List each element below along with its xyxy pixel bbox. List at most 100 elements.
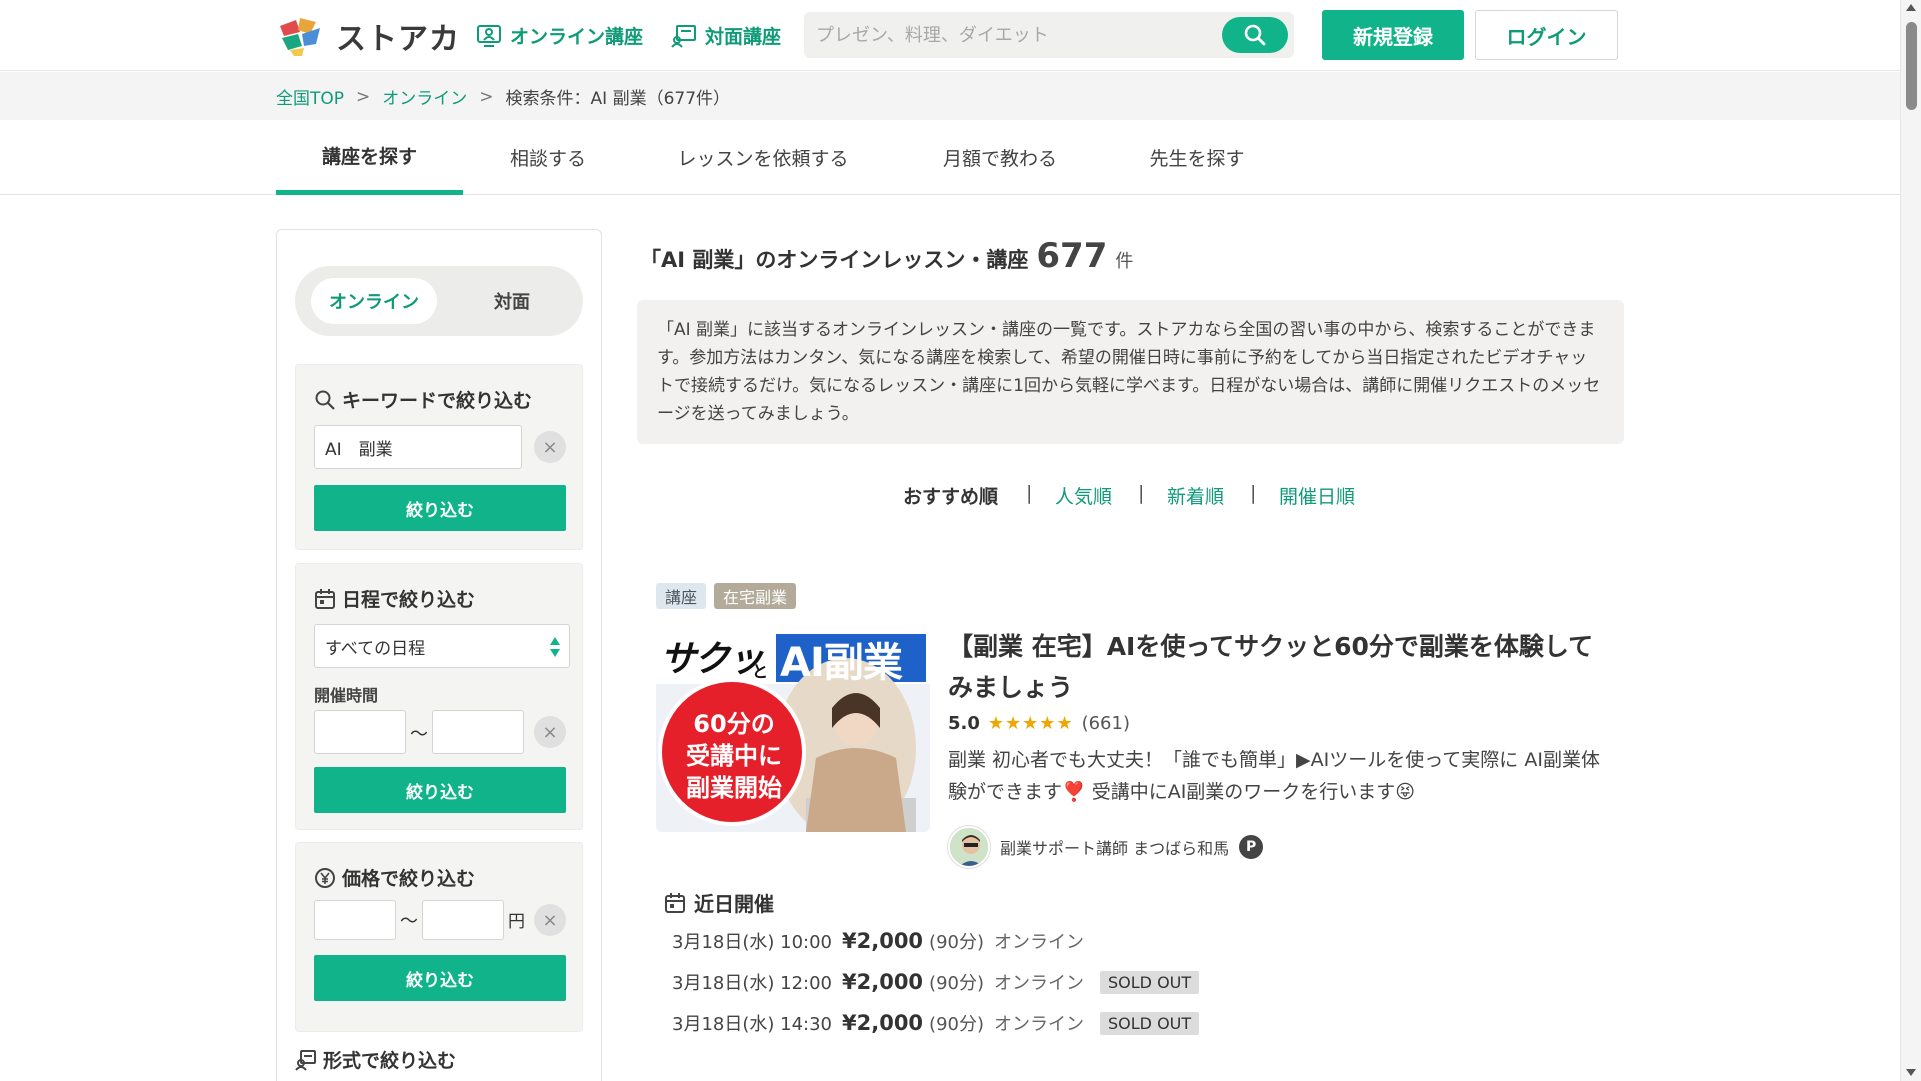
keyword-filter: キーワードで絞り込む AI 副業 × 絞り込む — [295, 364, 583, 550]
course-title[interactable]: 【副業 在宅】AIを使ってサクッと60分で副業を体験してみましょう — [948, 626, 1608, 708]
breadcrumb-current: 検索条件：AI 副業（677件） — [505, 89, 731, 109]
results-unit: 件 — [1115, 251, 1134, 272]
tab-request-lesson[interactable]: レッスンを依頼する — [660, 120, 866, 195]
sort-popular[interactable]: 人気順 — [1055, 482, 1112, 509]
sort-divider: | — [1026, 482, 1033, 504]
price-tilde: 〜 — [400, 911, 418, 932]
sort-by-date[interactable]: 開催日順 — [1279, 482, 1355, 509]
breadcrumb-separator: > — [479, 86, 494, 107]
time-start-input[interactable] — [314, 710, 406, 754]
date-select[interactable]: すべての日程 — [314, 624, 570, 668]
session-row[interactable]: 3月18日(水) 14:30 ¥2,000 (90分) オンライン SOLD O… — [672, 1010, 1200, 1036]
price-clear-button[interactable]: × — [534, 904, 566, 936]
breadcrumb-online[interactable]: オンライン — [382, 84, 467, 109]
scrollbar-thumb[interactable] — [1906, 22, 1917, 110]
sold-out-badge: SOLD OUT — [1100, 1011, 1200, 1035]
sort-divider: | — [1250, 482, 1257, 504]
time-end-input[interactable] — [432, 710, 524, 754]
select-arrows-icon — [550, 637, 560, 657]
scroll-up-arrow-icon[interactable] — [1906, 4, 1916, 11]
sort-newest[interactable]: 新着順 — [1167, 482, 1224, 509]
price-filter: 価格で絞り込む 〜 円 × 絞り込む — [295, 842, 583, 1032]
tab-find-courses[interactable]: 講座を探す — [276, 120, 463, 195]
time-label: 開催時間 — [314, 686, 379, 705]
date-filter-title: 日程で絞り込む — [314, 585, 475, 612]
session-datetime: 3月18日(水) 12:00 — [672, 973, 832, 994]
course-category-tag[interactable]: 在宅副業 — [714, 583, 797, 609]
teacher-info[interactable]: 副業サポート講師 まつばら和馬 P — [948, 826, 1264, 868]
keyword-filter-label: キーワードで絞り込む — [342, 390, 533, 412]
teacher-avatar — [948, 826, 990, 868]
date-filter-button[interactable]: 絞り込む — [314, 767, 566, 813]
nav-offline-label: 対面講座 — [705, 26, 782, 48]
main-tabs: 講座を探す 相談する レッスンを依頼する 月額で教わる 先生を探す — [0, 120, 1900, 195]
upcoming-label: 近日開催 — [694, 892, 774, 916]
rating-stars-icon: ★★★★★ — [987, 713, 1074, 734]
search-bar — [804, 12, 1294, 58]
session-duration: (90分) — [929, 932, 984, 953]
search-icon — [315, 390, 335, 410]
keyword-filter-button[interactable]: 絞り込む — [314, 485, 566, 531]
price-max-input[interactable] — [422, 900, 504, 940]
session-datetime: 3月18日(水) 10:00 — [672, 932, 832, 953]
search-input[interactable] — [804, 12, 1204, 58]
nav-online-courses[interactable]: オンライン講座 — [476, 22, 643, 49]
session-price: ¥2,000 — [842, 929, 924, 953]
course-rating: 5.0 ★★★★★ (661) — [948, 713, 1130, 734]
nav-offline-courses[interactable]: 対面講座 — [671, 22, 781, 49]
search-button[interactable] — [1222, 17, 1288, 53]
register-button[interactable]: 新規登録 — [1322, 10, 1464, 60]
session-price: ¥2,000 — [842, 970, 924, 994]
tab-consult[interactable]: 相談する — [488, 120, 608, 195]
date-filter: 日程で絞り込む すべての日程 開催時間 〜 × 絞り込む — [295, 563, 583, 830]
date-select-value: すべての日程 — [325, 638, 426, 659]
course-thumbnail[interactable]: サクッ と AI副業 60分の 受講中に 副業開始 — [656, 628, 930, 832]
mode-online-button[interactable]: オンライン — [311, 278, 437, 324]
scroll-down-arrow-icon[interactable] — [1906, 1069, 1916, 1076]
login-button[interactable]: ログイン — [1475, 10, 1618, 60]
time-clear-button[interactable]: × — [534, 716, 566, 748]
whiteboard-icon — [295, 1049, 316, 1071]
course-tags: 講座 在宅副業 — [656, 583, 797, 609]
keyword-clear-button[interactable]: × — [534, 431, 566, 463]
price-min-input[interactable] — [314, 900, 396, 940]
calendar-icon — [315, 588, 335, 609]
session-row[interactable]: 3月18日(水) 12:00 ¥2,000 (90分) オンライン SOLD O… — [672, 969, 1200, 995]
page-scrollbar[interactable] — [1900, 0, 1921, 1081]
whiteboard-icon — [671, 24, 696, 48]
thumb-text-2: AI副業 — [780, 640, 903, 686]
calendar-icon — [665, 892, 685, 913]
price-filter-title: 価格で絞り込む — [314, 864, 475, 891]
yen-icon — [315, 867, 335, 888]
mode-toggle: オンライン 対面 — [295, 266, 583, 336]
format-filter-label: 形式で絞り込む — [323, 1050, 457, 1072]
time-tilde: 〜 — [410, 724, 428, 745]
monitor-person-icon — [477, 24, 501, 47]
sold-out-badge: SOLD OUT — [1100, 970, 1200, 994]
tab-monthly[interactable]: 月額で教わる — [922, 120, 1078, 195]
breadcrumb-top[interactable]: 全国TOP — [276, 84, 344, 109]
thumb-text-to: と — [752, 662, 769, 681]
premium-badge-icon: P — [1239, 835, 1264, 859]
filter-sidebar: オンライン 対面 キーワードで絞り込む AI 副業 × 絞り込む 日程で絞り込む — [276, 229, 602, 1081]
course-description: 副業 初心者でも大丈夫！「誰でも簡単」▶AIツールを使って実際に AI副業体験が… — [948, 749, 1600, 803]
session-row[interactable]: 3月18日(水) 10:00 ¥2,000 (90分) オンライン — [672, 928, 1100, 954]
keyword-filter-title: キーワードで絞り込む — [314, 386, 532, 413]
keyword-input[interactable]: AI 副業 — [314, 425, 522, 469]
site-logo[interactable]: ストアカ — [276, 14, 460, 58]
search-icon — [1244, 24, 1266, 46]
session-mode: オンライン — [994, 973, 1084, 994]
price-filter-button[interactable]: 絞り込む — [314, 955, 566, 1001]
rating-score: 5.0 — [948, 713, 980, 734]
site-header: ストアカ オンライン講座 対面講座 新規登録 ログイン — [0, 0, 1900, 71]
logo-text: ストアカ — [336, 22, 460, 57]
mode-offline-button[interactable]: 対面 — [457, 278, 567, 324]
price-filter-label: 価格で絞り込む — [342, 868, 476, 890]
thumb-circle-line: 受講中に — [686, 742, 782, 770]
course-type-tag: 講座 — [656, 583, 707, 609]
results-title-text: 「AI 副業」のオンラインレッスン・講座 — [640, 248, 1029, 272]
tab-find-teachers[interactable]: 先生を探す — [1134, 120, 1260, 195]
format-filter-title: 形式で絞り込む — [295, 1046, 456, 1073]
session-mode: オンライン — [994, 932, 1084, 953]
teacher-avatar-image — [950, 828, 988, 866]
